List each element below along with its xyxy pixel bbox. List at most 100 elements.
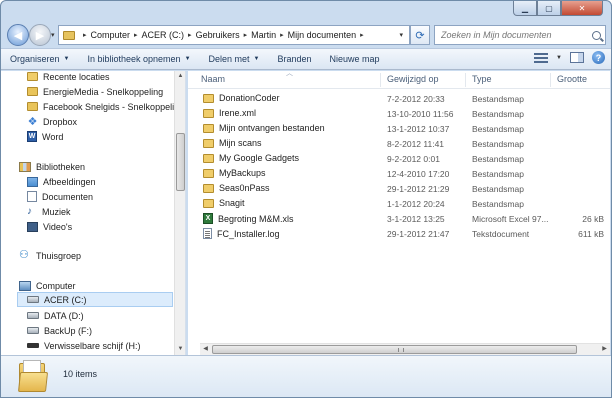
nav-item-drive-c[interactable]: ACER (C:) — [17, 292, 173, 307]
file-row[interactable]: FC_Installer.log 29-1-2012 21:47 Tekstdocu… — [198, 227, 606, 242]
nav-item-homegroup[interactable]: ⚇ Thuisgroep — [19, 248, 81, 263]
dropbox-icon: ❖ — [27, 115, 38, 128]
preview-pane-icon[interactable] — [570, 52, 584, 63]
column-header-date[interactable]: Gewijzigd op — [387, 74, 439, 84]
column-divider[interactable] — [465, 73, 466, 87]
nav-item-music[interactable]: ♪ Muziek — [27, 204, 71, 219]
scroll-thumb[interactable] — [176, 133, 185, 191]
file-row[interactable]: X Begroting M&M.xls 3-1-2012 13:25 Microsof… — [198, 212, 606, 227]
scroll-down-icon[interactable]: ▼ — [175, 344, 186, 355]
breadcrumb-drive[interactable]: ACER (C:) — [142, 30, 185, 40]
scroll-right-icon[interactable]: ▶ — [599, 344, 610, 355]
folder-icon — [203, 153, 214, 163]
caption-buttons: ▁ ▢ ✕ — [513, 1, 603, 17]
file-date: 7-2-2012 20:33 — [387, 94, 445, 104]
nav-item-computer[interactable]: Computer — [19, 278, 76, 293]
change-view-icon[interactable] — [534, 52, 549, 63]
nav-item-drive-h[interactable]: Verwisselbare schijf (H:) — [27, 338, 141, 353]
maximize-button[interactable]: ▢ — [537, 1, 561, 16]
computer-icon — [19, 280, 31, 291]
nav-item-drive-d[interactable]: DATA (D:) — [27, 308, 84, 323]
column-divider[interactable] — [550, 73, 551, 87]
file-name-cell: Mijn scans — [203, 138, 262, 148]
recent-pages-dropdown[interactable]: ▾ — [51, 31, 55, 39]
refresh-button[interactable]: ⟳ — [410, 25, 430, 45]
breadcrumb-computer[interactable]: Computer — [91, 30, 131, 40]
search-icon[interactable] — [592, 30, 601, 40]
address-bar[interactable]: ▸ Computer ▸ ACER (C:) ▸ Gebruikers ▸ Ma… — [58, 25, 410, 45]
file-row[interactable]: DonationCoder 7-2-2012 20:33 Bestandsmap — [198, 92, 606, 107]
nav-item-videos[interactable]: Video's — [27, 219, 72, 234]
column-divider[interactable] — [380, 73, 381, 87]
share-label: Delen met — [208, 54, 250, 64]
breadcrumb-separator[interactable]: ▸ — [79, 31, 91, 39]
file-date: 8-2-2012 11:41 — [387, 139, 445, 149]
column-header-size[interactable]: Grootte — [557, 74, 587, 84]
navigation-scrollbar[interactable]: ▲ ▼ — [174, 71, 185, 355]
organize-button[interactable]: Organiseren ▼ — [1, 49, 78, 69]
breadcrumb-separator[interactable]: ▸ — [240, 31, 252, 39]
file-name: Snagit — [219, 198, 245, 208]
breadcrumb-separator[interactable]: ▸ — [276, 31, 288, 39]
nav-item-pictures[interactable]: Afbeeldingen — [27, 174, 96, 189]
file-row[interactable]: Seas0nPass 29-1-2012 21:29 Bestandsmap — [198, 182, 606, 197]
file-row[interactable]: Snagit 1-1-2012 20:24 Bestandsmap — [198, 197, 606, 212]
refresh-icon: ⟳ — [415, 29, 425, 42]
breadcrumb-separator[interactable]: ▸ — [184, 31, 196, 39]
column-header-type[interactable]: Type — [472, 74, 492, 84]
help-icon[interactable]: ? — [592, 51, 605, 64]
text-file-icon — [203, 228, 212, 239]
pictures-icon — [27, 176, 38, 187]
breadcrumb-documents[interactable]: Mijn documenten — [288, 30, 357, 40]
folder-icon — [203, 138, 214, 148]
chevron-down-icon: ▼ — [253, 56, 260, 62]
file-date: 13-1-2012 10:37 — [387, 124, 450, 134]
include-in-library-button[interactable]: In bibliotheek opnemen ▼ — [78, 49, 199, 69]
nav-item-documents[interactable]: Documenten — [27, 189, 93, 204]
breadcrumb-users[interactable]: Gebruikers — [196, 30, 240, 40]
nav-item-dropbox[interactable]: ❖ Dropbox — [27, 114, 77, 129]
breadcrumb-separator[interactable]: ▸ — [356, 31, 368, 39]
scroll-left-icon[interactable]: ◀ — [200, 344, 211, 355]
burn-button[interactable]: Branden — [269, 49, 321, 69]
column-header-name[interactable]: Naam — [201, 74, 225, 84]
nav-item-libraries[interactable]: Bibliotheken — [19, 159, 85, 174]
share-with-button[interactable]: Delen met ▼ — [200, 49, 269, 69]
file-date: 3-1-2012 13:25 — [387, 214, 445, 224]
nav-item-drive-f[interactable]: BackUp (F:) — [27, 323, 92, 338]
breadcrumb-user[interactable]: Martin — [251, 30, 276, 40]
include-library-label: In bibliotheek opnemen — [87, 54, 181, 64]
file-row[interactable]: MyBackups 12-4-2010 17:20 Bestandsmap — [198, 167, 606, 182]
homegroup-icon: ⚇ — [19, 249, 29, 261]
nav-item-label: Computer — [36, 280, 76, 291]
scroll-up-icon[interactable]: ▲ — [175, 71, 186, 82]
file-name-cell: FC_Installer.log — [203, 228, 280, 239]
file-date: 9-2-2012 0:01 — [387, 154, 440, 164]
file-name-cell: X Begroting M&M.xls — [203, 213, 294, 224]
file-type: Bestandsmap — [472, 139, 524, 149]
close-button[interactable]: ✕ — [561, 1, 603, 16]
address-dropdown[interactable]: ▾ — [393, 31, 409, 39]
file-row[interactable]: Irene.xml 13-10-2010 11:56 Bestandsmap — [198, 107, 606, 122]
horizontal-scrollbar[interactable]: ◀ ▶ — [200, 343, 610, 355]
file-row[interactable]: Mijn scans 8-2-2012 11:41 Bestandsmap — [198, 137, 606, 152]
nav-item-recent-places[interactable]: Recente locaties — [27, 71, 110, 84]
nav-item-word[interactable]: W Word — [27, 129, 63, 144]
nav-item-facebook-snelgids[interactable]: Facebook Snelgids - Snelkoppeling — [27, 99, 184, 114]
search-box[interactable] — [434, 25, 606, 45]
new-folder-button[interactable]: Nieuwe map — [321, 49, 389, 69]
minimize-button[interactable]: ▁ — [513, 1, 537, 16]
back-button[interactable]: ◀ — [7, 24, 29, 46]
nav-item-label: Bibliotheken — [36, 161, 86, 172]
view-options-dropdown[interactable]: ▼ — [556, 55, 562, 61]
forward-button[interactable]: ▶ — [29, 24, 51, 46]
file-type: Bestandsmap — [472, 94, 524, 104]
breadcrumb-separator[interactable]: ▸ — [130, 31, 142, 39]
file-row[interactable]: Mijn ontvangen bestanden 13-1-2012 10:37 B… — [198, 122, 606, 137]
file-row[interactable]: My Google Gadgets 9-2-2012 0:01 Bestandsma… — [198, 152, 606, 167]
file-date: 29-1-2012 21:47 — [387, 229, 450, 239]
nav-item-energiemedia[interactable]: EnergieMedia - Snelkoppeling — [27, 84, 163, 99]
scroll-thumb[interactable] — [212, 345, 577, 354]
search-input[interactable] — [441, 30, 591, 40]
nav-item-label: Documenten — [42, 191, 94, 202]
